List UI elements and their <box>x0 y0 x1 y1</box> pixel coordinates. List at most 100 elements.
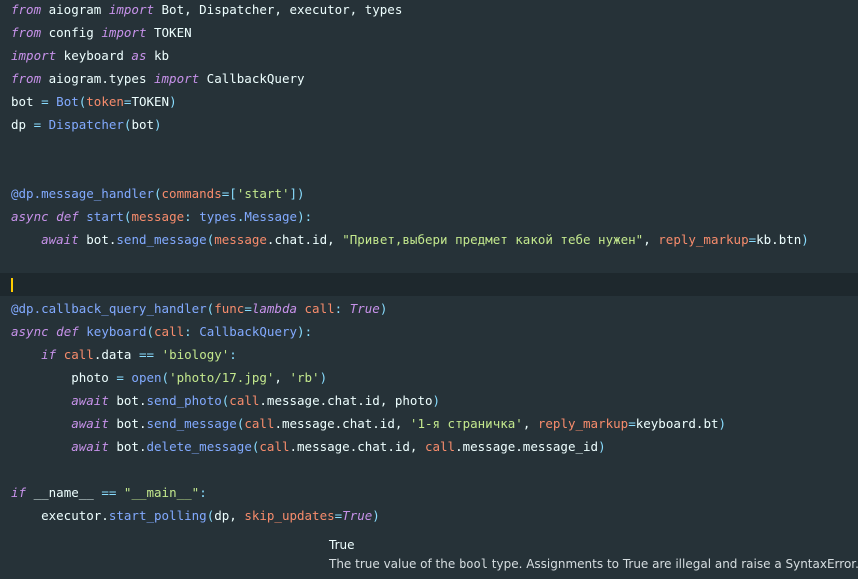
code-token: bot. <box>108 416 147 431</box>
code-token: ) <box>319 370 328 385</box>
code-token: config <box>41 25 102 40</box>
code-token: = <box>116 370 124 385</box>
code-line[interactable]: bot = Bot(token=TOKEN) <box>11 90 177 113</box>
code-line[interactable]: async def keyboard(call: CallbackQuery): <box>11 320 312 343</box>
code-token: True <box>342 508 373 523</box>
text-cursor <box>11 278 13 292</box>
code-token: == <box>138 347 155 362</box>
code-token: commands <box>161 186 222 201</box>
code-line[interactable]: from config import TOKEN <box>11 21 192 44</box>
tooltip-code: True <box>622 557 649 571</box>
code-token: : <box>229 347 237 362</box>
code-token: call <box>424 439 456 454</box>
code-token: , <box>522 416 538 431</box>
code-token: @dp.message_handler <box>11 186 154 201</box>
code-token: 'start' <box>236 186 290 201</box>
code-line[interactable]: @dp.message_handler(commands=['start']) <box>11 182 305 205</box>
code-token: : <box>184 209 200 224</box>
code-token: , <box>274 370 290 385</box>
code-token: TOKEN <box>146 25 192 40</box>
code-token: from <box>11 71 42 86</box>
code-token: executor. <box>11 508 109 523</box>
code-token: CallbackQuery <box>199 71 305 86</box>
code-token: kb <box>146 48 170 63</box>
code-token: def <box>56 209 79 224</box>
code-token: await <box>71 416 109 431</box>
code-token: call <box>63 347 94 362</box>
code-token: message <box>214 232 267 247</box>
code-line[interactable]: if __name__ == "__main__": <box>11 481 207 504</box>
hover-tooltip: True The true value of the bool type. As… <box>318 532 858 579</box>
code-token: ) <box>379 301 388 316</box>
code-line[interactable]: await bot.delete_message(call.message.ch… <box>11 435 606 458</box>
code-token: , <box>643 232 659 247</box>
code-token: from <box>11 25 42 40</box>
code-token: ) <box>154 117 162 132</box>
code-token: import <box>101 25 147 40</box>
code-line[interactable]: dp = Dispatcher(bot) <box>11 113 162 136</box>
code-token: Dispatcher <box>48 117 124 132</box>
code-token: = <box>33 117 42 132</box>
code-token: if <box>11 485 27 500</box>
code-token: delete_message <box>146 439 252 454</box>
code-line[interactable]: executor.start_polling(dp, skip_updates=… <box>11 504 380 527</box>
code-token: ( <box>161 370 170 385</box>
code-token: @dp.callback_query_handler <box>11 301 207 316</box>
code-token: keyboard.bt <box>635 416 719 431</box>
code-token: bot <box>131 117 155 132</box>
code-line[interactable]: photo = open('photo/17.jpg', 'rb') <box>11 366 327 389</box>
code-token: keyboard <box>56 48 132 63</box>
code-token: CallbackQuery <box>199 324 298 339</box>
code-token: send_photo <box>146 393 222 408</box>
code-token: aiogram <box>41 2 109 17</box>
code-line[interactable]: if call.data == 'biology': <box>11 343 237 366</box>
code-token: await <box>41 232 79 247</box>
code-line[interactable]: await bot.send_message(call.message.chat… <box>11 412 726 435</box>
code-line[interactable]: async def start(message: types.Message): <box>11 205 312 228</box>
code-editor[interactable]: from aiogram import Bot, Dispatcher, exe… <box>0 0 858 579</box>
code-token: keyboard <box>86 324 147 339</box>
code-token: lambda <box>251 301 297 316</box>
code-token: ]) <box>289 186 305 201</box>
code-token: == <box>101 485 117 500</box>
code-token: bot. <box>78 232 117 247</box>
code-line[interactable]: import keyboard as kb <box>11 44 169 67</box>
code-token: ): <box>297 324 313 339</box>
code-line[interactable]: @dp.callback_query_handler(func=lambda c… <box>11 297 387 320</box>
code-token: call <box>229 393 260 408</box>
code-token: ( <box>154 186 162 201</box>
code-token: .message.chat.id, photo <box>259 393 433 408</box>
code-token: '1-я страничка' <box>409 416 523 431</box>
code-token: Message <box>244 209 298 224</box>
code-token: import <box>11 48 57 63</box>
tooltip-code: bool <box>459 557 488 571</box>
code-token: ) <box>372 508 380 523</box>
code-token: 'biology' <box>161 347 230 362</box>
code-line[interactable]: from aiogram import Bot, Dispatcher, exe… <box>11 0 402 21</box>
code-token: ) <box>169 94 177 109</box>
code-token: [ <box>229 186 237 201</box>
code-token: async <box>11 324 49 339</box>
code-token: token <box>86 94 124 109</box>
code-token: import <box>108 2 154 17</box>
code-line[interactable]: from aiogram.types import CallbackQuery <box>11 67 305 90</box>
code-token: skip_updates <box>244 508 335 523</box>
code-token: reply_markup <box>537 416 629 431</box>
code-token: ) <box>598 439 606 454</box>
code-line[interactable]: await bot.send_message(message.chat.id, … <box>11 228 809 251</box>
code-token: : <box>199 485 207 500</box>
code-token: if <box>41 347 57 362</box>
code-token: aiogram.types <box>41 71 154 86</box>
code-line[interactable]: await bot.send_photo(call.message.chat.i… <box>11 389 440 412</box>
code-token: __name__ <box>26 485 102 500</box>
code-token: ) <box>801 232 809 247</box>
code-token: bot. <box>108 393 147 408</box>
current-line-highlight <box>0 273 858 296</box>
code-token: call <box>304 301 335 316</box>
